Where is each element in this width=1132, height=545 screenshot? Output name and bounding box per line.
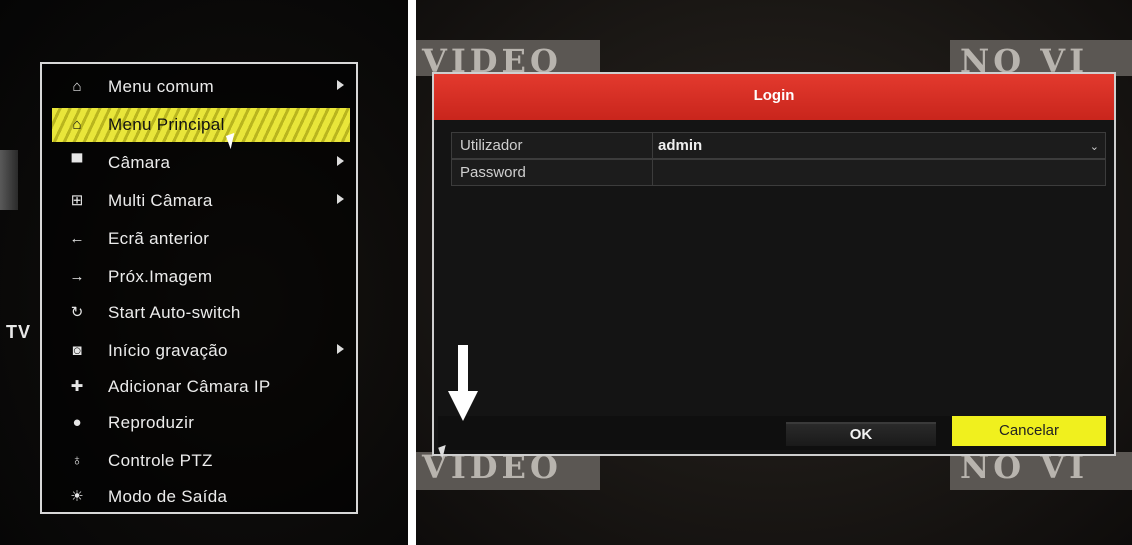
- login-dialog: Login Utilizador admin ⌄ Password OK Can…: [432, 72, 1116, 456]
- ptz-icon: ♁: [71, 452, 83, 469]
- menu-item-prox-imagem[interactable]: → Próx.Imagem: [52, 260, 350, 294]
- login-title: Login: [753, 87, 795, 104]
- menu-item-label: Modo de Saída: [108, 487, 228, 506]
- output-mode-icon: ☀: [70, 488, 84, 505]
- menu-item-label: Reproduzir: [108, 413, 195, 432]
- login-title-bar: Login: [434, 74, 1114, 120]
- menu-item-reproduzir[interactable]: ● Reproduzir: [52, 406, 350, 440]
- chevron-down-icon[interactable]: ⌄: [1090, 142, 1099, 153]
- menu-item-menu-principal[interactable]: ⌂ Menu Principal: [52, 108, 350, 142]
- menu-item-label: Ecrã anterior: [108, 229, 210, 248]
- context-menu: ⌂ Menu comum ⌂ Menu Principal ▀ Câmara ⊞…: [40, 62, 358, 514]
- password-row: Password: [451, 159, 1106, 186]
- menu-item-label: Multi Câmara: [108, 191, 213, 210]
- background-tile: VIDEO: [416, 40, 600, 80]
- menu-item-inicio-gravacao[interactable]: ◙ Início gravação: [52, 334, 350, 368]
- arrow-right-icon: →: [69, 268, 85, 285]
- menu-item-modo-de-saida[interactable]: ☀ Modo de Saída: [52, 480, 350, 514]
- menu-item-label: Menu Principal: [108, 115, 225, 134]
- playback-icon: ●: [72, 414, 82, 431]
- menu-item-camara[interactable]: ▀ Câmara: [52, 146, 350, 180]
- menu-item-label: Adicionar Câmara IP: [108, 377, 271, 396]
- menu-item-label: Início gravação: [108, 341, 228, 360]
- home-icon: ⌂: [72, 116, 82, 133]
- down-arrow-icon: [448, 345, 478, 421]
- submenu-arrow-icon: [337, 344, 344, 354]
- background-tile: NO VI: [950, 40, 1132, 80]
- arrow-left-icon: ←: [69, 230, 85, 247]
- cancel-button[interactable]: Cancelar: [952, 416, 1106, 446]
- menu-item-start-auto-switch[interactable]: ↻ Start Auto-switch: [52, 296, 350, 330]
- left-screenshot: TV ⌂ Menu comum ⌂ Menu Principal ▀ Câmar…: [0, 0, 408, 545]
- menu-item-adicionar-camara-ip[interactable]: ✚ Adicionar Câmara IP: [52, 370, 350, 404]
- menu-item-label: Menu comum: [108, 77, 214, 96]
- add-ip-camera-icon: ✚: [70, 378, 84, 395]
- password-label: Password: [452, 160, 653, 185]
- username-field[interactable]: admin: [658, 133, 702, 158]
- right-screenshot: VIDEO NO VI VIDEO NO VI Login Utilizador…: [416, 0, 1132, 545]
- menu-item-ecra-anterior[interactable]: ← Ecrã anterior: [52, 222, 350, 256]
- username-row: Utilizador admin ⌄: [451, 132, 1106, 159]
- menu-item-label: Controle PTZ: [108, 451, 213, 470]
- background-tv-text: TV: [6, 322, 32, 342]
- menu-item-multi-camara[interactable]: ⊞ Multi Câmara: [52, 184, 350, 218]
- submenu-arrow-icon: [337, 156, 344, 166]
- menu-item-label: Próx.Imagem: [108, 267, 213, 286]
- menu-item-label: Câmara: [108, 153, 171, 172]
- submenu-arrow-icon: [337, 80, 344, 90]
- ok-button[interactable]: OK: [786, 422, 936, 446]
- menu-item-controle-ptz[interactable]: ♁ Controle PTZ: [52, 444, 350, 478]
- dialog-footer: OK Cancelar: [438, 416, 1110, 450]
- home-star-icon: ⌂: [72, 78, 82, 95]
- refresh-icon: ↻: [70, 304, 84, 321]
- password-field[interactable]: [658, 160, 1098, 185]
- record-icon: ◙: [72, 342, 82, 359]
- username-label: Utilizador: [452, 133, 653, 158]
- background-tile: NO VI: [950, 448, 1132, 490]
- background-thumbnail: [0, 150, 18, 210]
- menu-item-label: Start Auto-switch: [108, 303, 241, 322]
- camera-icon: ▀: [71, 154, 83, 171]
- submenu-arrow-icon: [337, 194, 344, 204]
- multi-camera-icon: ⊞: [70, 192, 84, 209]
- menu-item-menu-comum[interactable]: ⌂ Menu comum: [52, 70, 350, 104]
